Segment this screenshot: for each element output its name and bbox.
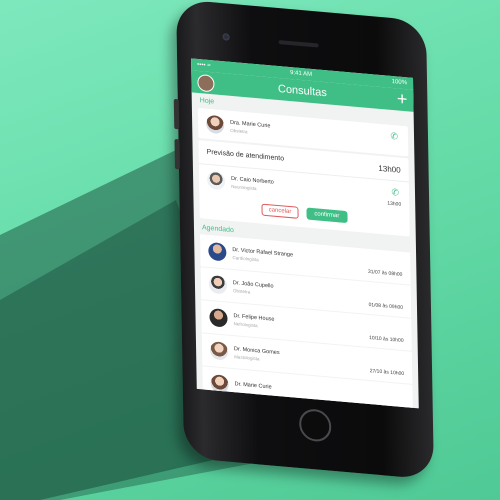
avatar — [208, 274, 228, 295]
volume-up-button — [173, 98, 180, 130]
appointment-date: 27/10 às 10h00 — [369, 368, 405, 378]
doctor-name: Dr. Marie Curie — [234, 381, 272, 391]
signal-indicator: •••• ≈ — [197, 61, 211, 70]
plus-icon[interactable]: + — [397, 88, 408, 109]
avatar — [206, 170, 226, 191]
appointment-date: 01/08 às 09h00 — [368, 301, 404, 311]
appointment-time: 13h00 — [387, 200, 402, 208]
avatar — [205, 114, 225, 135]
doctor-specialty: Obstetra — [230, 127, 248, 134]
scheduled-list: Dr. Victor Rafael Strange Cardiologista … — [194, 234, 419, 409]
avatar — [209, 341, 229, 361]
iphone-mockup: •••• ≈ 9:41 AM 100% Consultas + Hoje Dra… — [173, 0, 434, 480]
battery-indicator: 100% — [391, 78, 408, 87]
cancel-button[interactable]: cancelar — [261, 203, 299, 219]
doctor-specialty: Neurologista — [231, 183, 257, 191]
volume-down-button — [174, 138, 180, 170]
phone-icon[interactable]: ✆ — [391, 187, 399, 199]
phone-icon[interactable]: ✆ — [390, 131, 398, 143]
app-screen: •••• ≈ 9:41 AM 100% Consultas + Hoje Dra… — [191, 58, 419, 409]
appointment-date: 10/10 às 10h00 — [369, 335, 404, 345]
front-camera — [222, 33, 230, 41]
doctor-specialty: Nefrologista — [233, 320, 258, 328]
page-title: Consultas — [277, 82, 327, 100]
avatar — [208, 241, 227, 262]
appointment-date: 31/07 às 08h00 — [367, 268, 403, 278]
doctor-specialty: Obstetra — [232, 287, 251, 295]
profile-avatar[interactable] — [197, 73, 215, 93]
status-time: 9:41 AM — [290, 70, 313, 78]
avatar — [209, 308, 228, 328]
confirm-button[interactable]: confirmar — [306, 207, 348, 224]
preview-label: Previsão de atendimento — [206, 148, 285, 163]
preview-time: 13h00 — [378, 163, 401, 175]
